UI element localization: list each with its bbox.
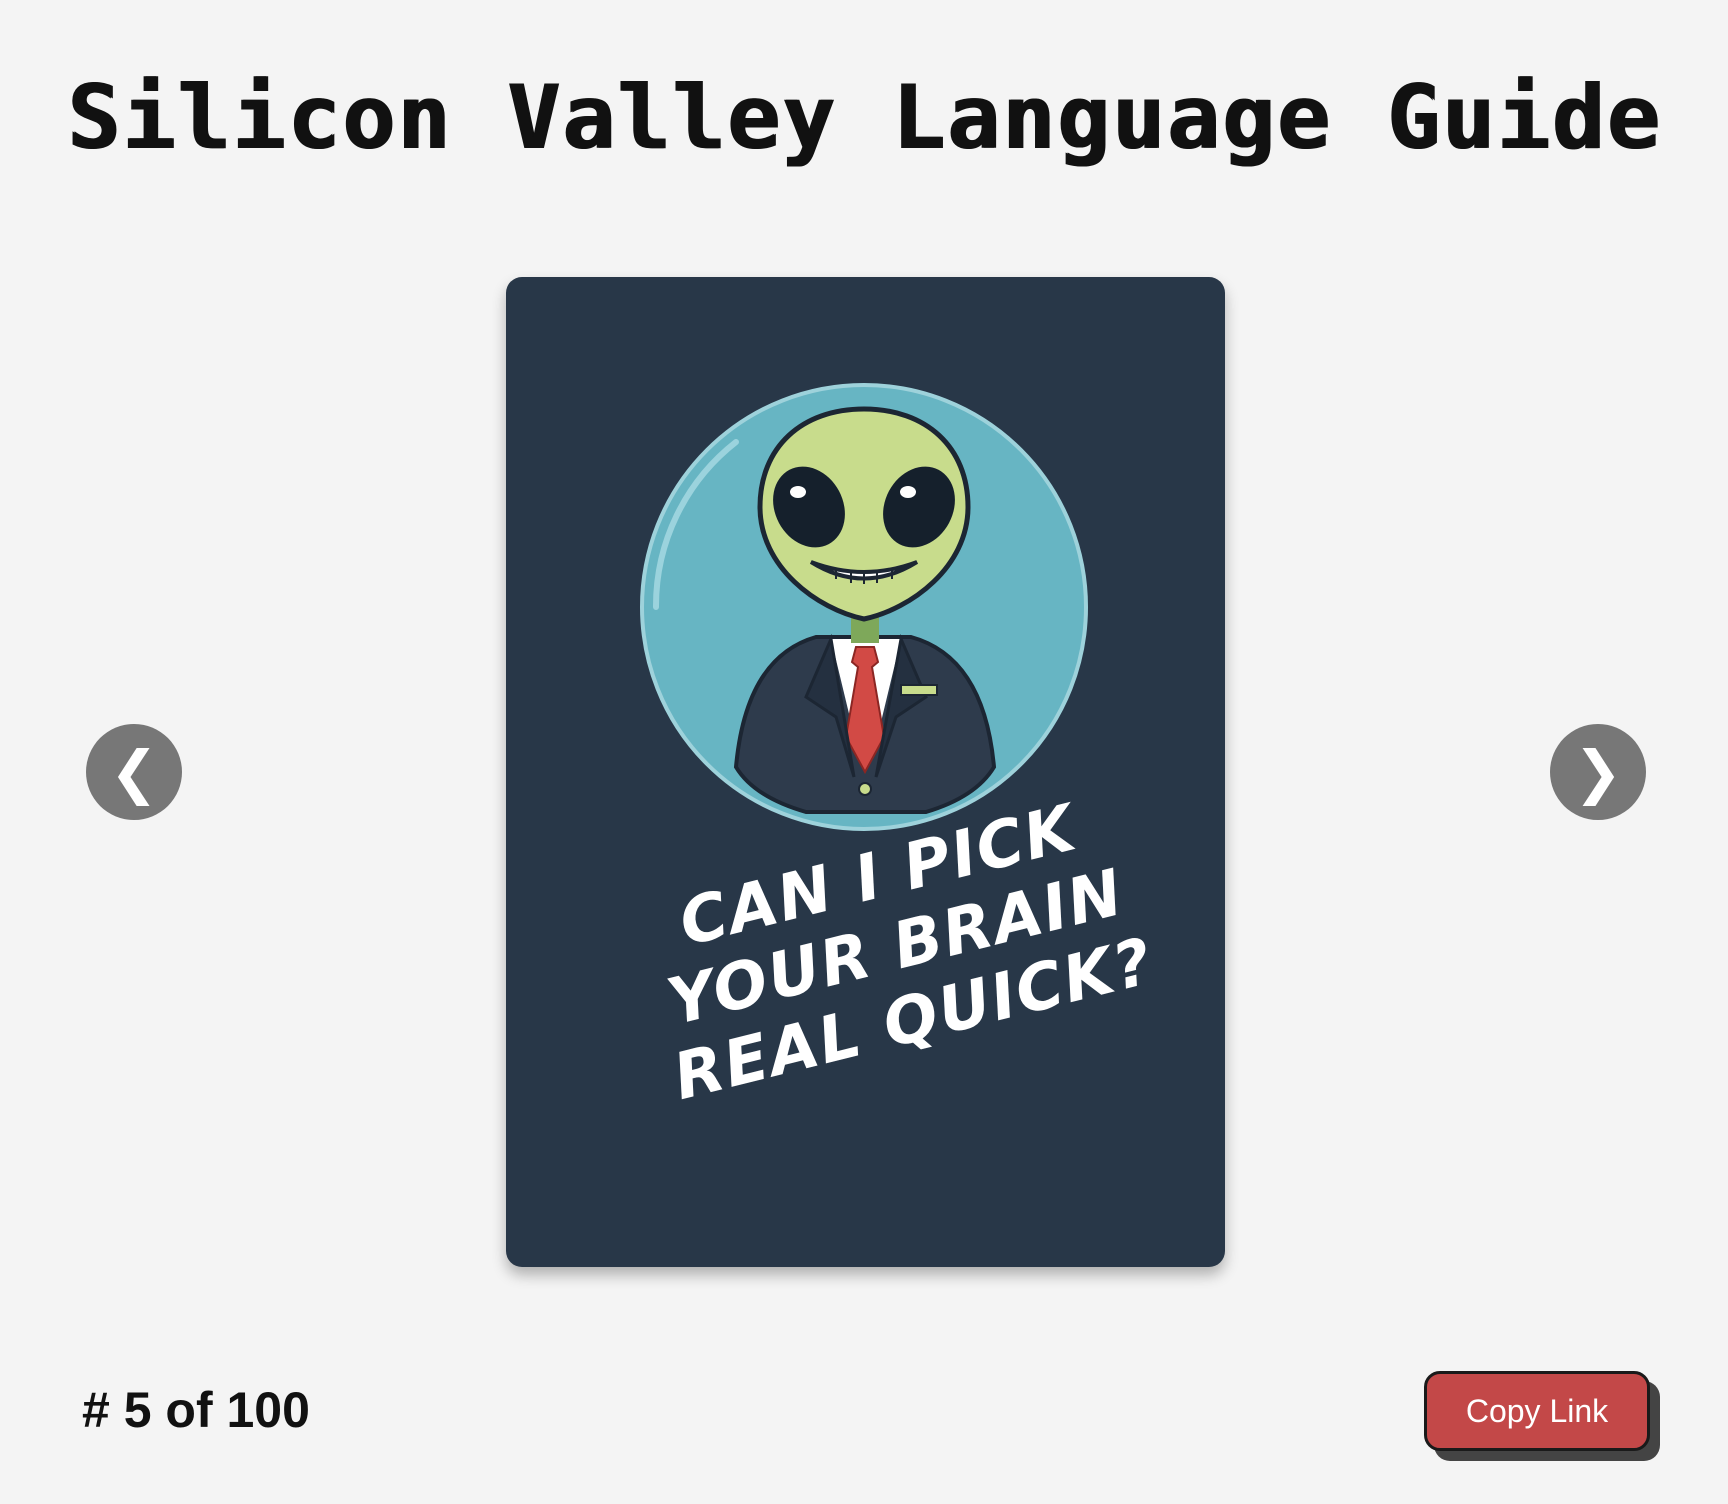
copy-link-button[interactable]: Copy Link bbox=[1424, 1371, 1650, 1451]
alien-illustration bbox=[640, 383, 1088, 831]
chevron-right-icon: ❯ bbox=[1573, 738, 1623, 806]
prev-card-button[interactable]: ❮ bbox=[86, 724, 182, 820]
phrase-card: CAN I PICK YOUR BRAIN REAL QUICK? bbox=[506, 277, 1225, 1267]
next-card-button[interactable]: ❯ bbox=[1550, 724, 1646, 820]
copy-link-container: Copy Link bbox=[1424, 1371, 1660, 1461]
chevron-left-icon: ❮ bbox=[109, 738, 159, 806]
page-title: Silicon Valley Language Guide bbox=[66, 66, 1662, 169]
card-counter: # 5 of 100 bbox=[82, 1382, 310, 1438]
